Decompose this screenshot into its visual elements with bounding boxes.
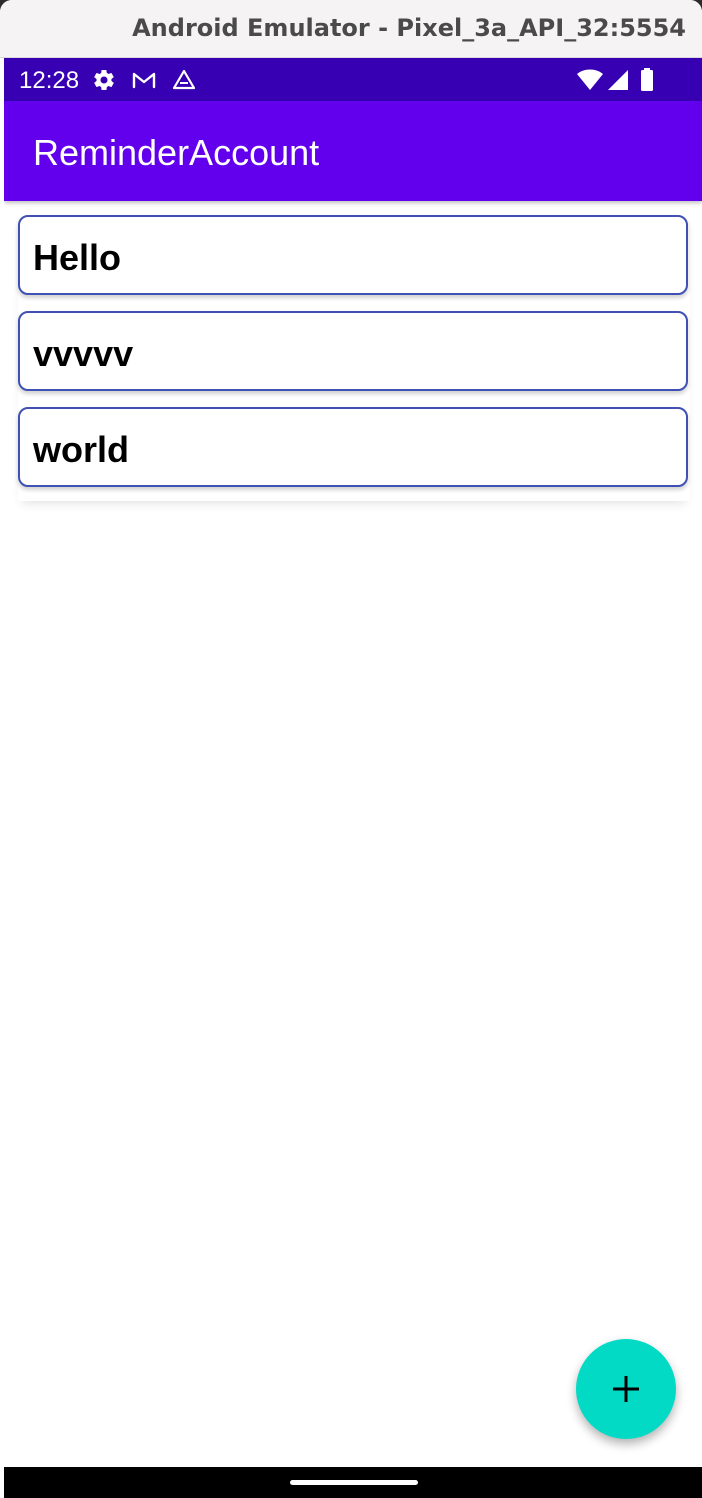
battery-icon [640, 68, 654, 92]
add-reminder-button[interactable] [576, 1339, 676, 1439]
gear-icon [92, 68, 116, 92]
plus-icon [613, 1376, 639, 1402]
status-time: 12:28 [19, 67, 80, 94]
wifi-icon [576, 68, 604, 92]
emulator-window: Android Emulator - Pixel_3a_API_32:5554 … [0, 0, 702, 1498]
list-item[interactable]: Hello [18, 215, 688, 295]
app-title: ReminderAccount [33, 132, 320, 173]
reminder-list: Hello vvvvv world [18, 215, 690, 501]
navigation-bar [4, 1467, 702, 1498]
window-title: Android Emulator - Pixel_3a_API_32:5554 [132, 14, 686, 42]
status-bar: 12:28 [4, 58, 702, 101]
home-gesture-handle[interactable] [290, 1480, 418, 1485]
signal-icon [606, 68, 630, 92]
window-titlebar[interactable]: Android Emulator - Pixel_3a_API_32:5554 [0, 0, 702, 58]
list-item[interactable]: world [18, 407, 688, 487]
device-screen: 12:28 ReminderAccount Hello vvvvv world [4, 58, 702, 1498]
drive-icon [172, 68, 196, 92]
app-bar: ReminderAccount [4, 101, 702, 201]
list-item-label: world [33, 429, 129, 470]
gmail-icon [131, 68, 156, 92]
list-item-label: vvvvv [33, 333, 134, 374]
list-item-label: Hello [33, 237, 122, 278]
list-item[interactable]: vvvvv [18, 311, 688, 391]
